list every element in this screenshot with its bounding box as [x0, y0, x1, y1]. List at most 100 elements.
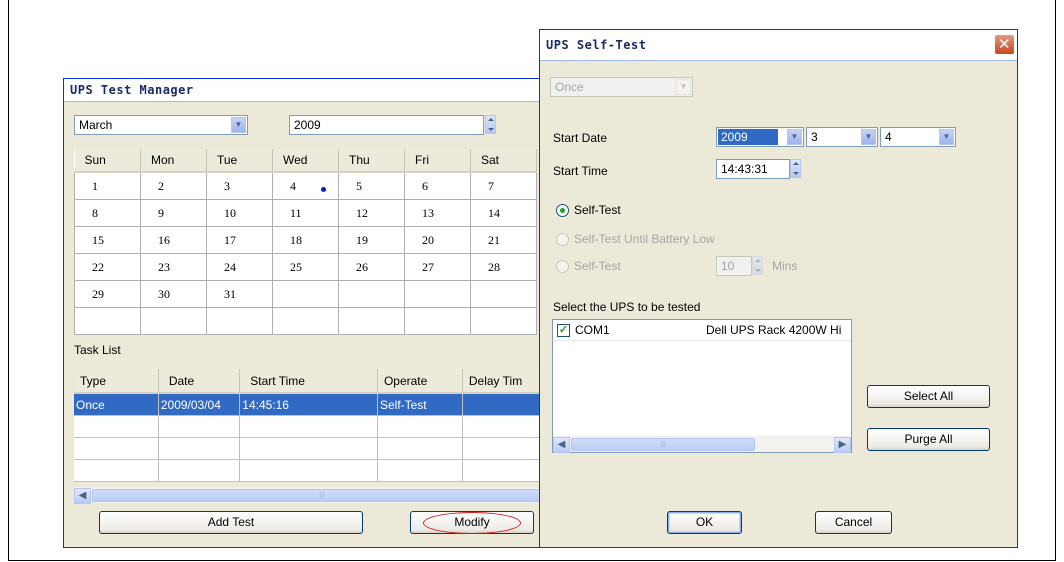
calendar-day[interactable]: 11 [272, 199, 339, 227]
calendar-day[interactable]: 25 [272, 253, 339, 281]
timed-self-test-radio[interactable] [556, 260, 569, 273]
calendar-day[interactable]: 27 [404, 253, 471, 281]
calendar-day-selected[interactable]: 4 [272, 171, 339, 200]
task-row-empty [74, 415, 552, 438]
task-column-header[interactable]: Date [158, 369, 241, 394]
scheduled-test-dot-icon [321, 187, 326, 192]
weekday-header: Tue [206, 149, 273, 173]
start-day-select[interactable]: 4 ▼ [880, 127, 956, 147]
task-column-header[interactable]: Operate [377, 369, 463, 394]
calendar-day[interactable]: 10 [206, 199, 273, 227]
minutes-input[interactable]: 10 [716, 256, 752, 276]
calendar-day[interactable]: 2 [140, 171, 207, 200]
calendar-day[interactable]: 26 [338, 253, 405, 281]
month-select[interactable]: March ▼ [74, 115, 248, 135]
calendar-day[interactable]: 29 [74, 280, 141, 308]
calendar-day[interactable]: 3 [206, 171, 273, 200]
chevron-down-icon[interactable]: ▼ [939, 129, 954, 145]
calendar-day[interactable]: 21 [470, 226, 537, 254]
year-value: 2009 [294, 118, 321, 132]
weekday-header: Mon [140, 149, 207, 173]
task-list-label: Task List [74, 343, 121, 357]
calendar-day[interactable]: 13 [404, 199, 471, 227]
task-column-header[interactable]: Type [74, 369, 159, 394]
ups-list: ✓ COM1 Dell UPS Rack 4200W Hi ◀ ||| ▶ [552, 319, 852, 453]
start-month-select[interactable]: 3 ▼ [806, 127, 878, 147]
calendar-day [338, 280, 405, 308]
calendar-day[interactable]: 18 [272, 226, 339, 254]
close-icon[interactable]: ✕ [994, 34, 1015, 55]
chevron-down-icon[interactable]: ▼ [676, 79, 691, 95]
task-row-empty [74, 437, 552, 460]
scroll-left-icon[interactable]: ◀ [74, 488, 91, 504]
calendar-day[interactable]: 7 [470, 171, 537, 200]
time-spinner-icon[interactable] [790, 159, 801, 178]
calendar-day[interactable]: 22 [74, 253, 141, 281]
calendar-day[interactable]: 8 [74, 199, 141, 227]
calendar-day[interactable]: 30 [140, 280, 207, 308]
year-spinner-icon[interactable] [485, 115, 496, 134]
weekday-header: Fri [404, 149, 471, 173]
task-list-scrollbar[interactable]: ◀ ||| [74, 487, 552, 504]
ups-list-item[interactable]: ✓ COM1 Dell UPS Rack 4200W Hi [553, 320, 851, 341]
dialog-title: UPS Self-Test [546, 38, 647, 52]
purge-all-button[interactable]: Purge All [867, 428, 990, 451]
highlight-circle [423, 512, 521, 534]
calendar-day[interactable]: 17 [206, 226, 273, 254]
select-all-button[interactable]: Select All [867, 385, 990, 408]
calendar-day[interactable]: 15 [74, 226, 141, 254]
chevron-down-icon[interactable]: ▼ [861, 129, 876, 145]
weekday-header: Sun [74, 149, 141, 173]
self-test-radio[interactable] [556, 204, 569, 217]
task-row-empty [74, 459, 552, 482]
year-input[interactable]: 2009 [289, 115, 484, 135]
self-test-dialog: UPS Self-Test ✕ Once ▼ Start Date 2009 ▼… [539, 29, 1018, 548]
calendar-day[interactable]: 5 [338, 171, 405, 200]
calendar-day [272, 280, 339, 308]
calendar-day[interactable]: 1 [74, 171, 141, 200]
manager-title: UPS Test Manager [64, 79, 552, 102]
calendar-day[interactable]: 28 [470, 253, 537, 281]
task-operate: Self-Test [377, 393, 463, 416]
calendar-day[interactable]: 19 [338, 226, 405, 254]
calendar-day[interactable]: 12 [338, 199, 405, 227]
ups-port: COM1 [575, 323, 610, 337]
timed-self-test-label: Self-Test [574, 259, 621, 273]
chevron-down-icon[interactable]: ▼ [787, 129, 802, 145]
start-year-select[interactable]: 2009 ▼ [716, 127, 804, 147]
scroll-left-icon[interactable]: ◀ [553, 437, 570, 453]
task-type: Once [74, 393, 159, 416]
calendar-day[interactable]: 14 [470, 199, 537, 227]
calendar-day [404, 280, 471, 308]
scrollbar-thumb[interactable]: ||| [571, 438, 755, 451]
calendar-day[interactable]: 20 [404, 226, 471, 254]
start-day-value: 4 [885, 130, 892, 144]
start-time-input[interactable]: 14:43:31 [716, 159, 790, 179]
ups-model: Dell UPS Rack 4200W Hi [706, 323, 842, 337]
calendar-day[interactable]: 31 [206, 280, 273, 308]
add-test-button[interactable]: Add Test [99, 511, 363, 534]
calendar-day[interactable]: 6 [404, 171, 471, 200]
ups-list-scrollbar[interactable]: ◀ ||| ▶ [553, 436, 851, 453]
calendar-day[interactable]: 16 [140, 226, 207, 254]
calendar-day[interactable]: 23 [140, 253, 207, 281]
calendar-day[interactable]: 9 [140, 199, 207, 227]
calendar-day[interactable]: 24 [206, 253, 273, 281]
calendar-day-label: 4 [290, 178, 296, 193]
weekday-header: Thu [338, 149, 405, 173]
until-battery-low-radio[interactable] [556, 233, 569, 246]
minutes-spinner-icon[interactable] [752, 256, 763, 275]
test-manager-window: UPS Test Manager March ▼ 2009 Sun Mon Tu… [63, 78, 553, 548]
calendar-grid: Sun Mon Tue Wed Thu Fri Sat 1 2 3 4 5 6 … [74, 149, 537, 335]
checkbox-checked-icon[interactable]: ✓ [557, 324, 570, 337]
chevron-down-icon[interactable]: ▼ [231, 117, 246, 133]
frequency-select[interactable]: Once ▼ [550, 77, 693, 97]
cancel-button[interactable]: Cancel [815, 511, 892, 534]
ok-button[interactable]: OK [667, 511, 742, 534]
scroll-right-icon[interactable]: ▶ [834, 437, 851, 453]
task-row[interactable]: Once 2009/03/04 14:45:16 Self-Test [74, 393, 552, 416]
start-year-value: 2009 [718, 129, 778, 145]
scrollbar-thumb[interactable]: ||| [92, 489, 552, 502]
task-column-header[interactable]: Start Time [239, 369, 378, 394]
weekday-header: Wed [272, 149, 339, 173]
